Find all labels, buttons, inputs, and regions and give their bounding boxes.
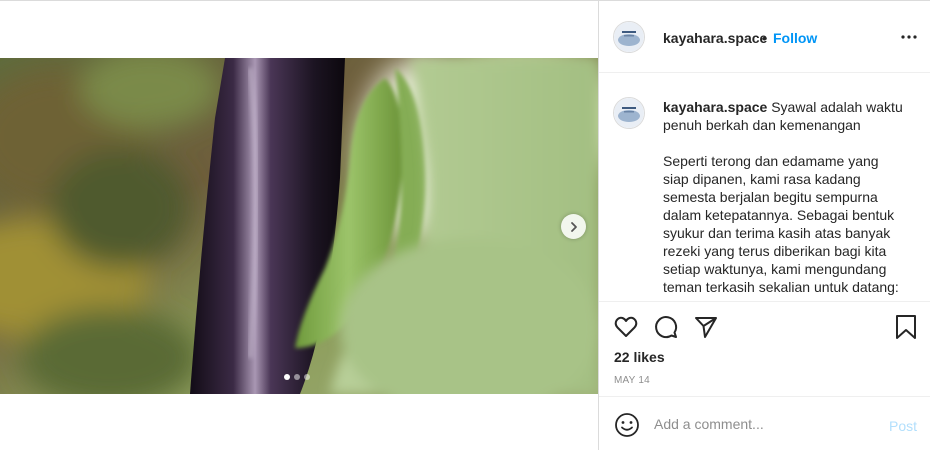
caption-avatar[interactable] <box>613 97 645 129</box>
post-comment-button[interactable]: Post <box>889 418 917 434</box>
post-photo[interactable] <box>0 58 598 394</box>
paper-plane-icon <box>695 317 717 338</box>
follow-button[interactable]: Follow <box>773 30 817 46</box>
instagram-post: kayahara.space • Follow kayahara.space S… <box>0 0 930 450</box>
emoji-icon <box>615 413 639 437</box>
share-button[interactable] <box>693 314 719 340</box>
comment-input[interactable] <box>654 413 874 435</box>
save-button[interactable] <box>893 314 919 340</box>
avatar[interactable] <box>613 21 645 53</box>
post-date[interactable]: MAY 14 <box>614 375 650 386</box>
like-button[interactable] <box>613 314 639 340</box>
caption-paragraph: Seperti terong dan edamame yang siap dip… <box>663 153 899 295</box>
caption-text: kayahara.space Syawal adalah waktu penuh… <box>663 98 905 296</box>
caption-first-line: kayahara.space Syawal adalah waktu penuh… <box>663 98 905 134</box>
emoji-button[interactable] <box>614 412 640 438</box>
caption-area: kayahara.space Syawal adalah waktu penuh… <box>599 73 930 301</box>
eggplant-edamame-image <box>0 58 598 394</box>
username-link[interactable]: kayahara.space <box>663 30 767 46</box>
more-options-button[interactable] <box>897 25 921 49</box>
post-sidebar: kayahara.space • Follow kayahara.space S… <box>598 0 930 450</box>
comment-bar: Post <box>599 396 930 451</box>
carousel-dot <box>294 374 300 380</box>
chevron-right-icon <box>570 221 577 232</box>
carousel-dot-active <box>284 374 290 380</box>
post-header: kayahara.space • Follow <box>599 1 930 73</box>
carousel-next-button[interactable] <box>561 214 586 239</box>
carousel-indicator <box>284 374 310 380</box>
comment-icon <box>655 316 678 339</box>
more-options-icon <box>901 35 917 39</box>
caption-username-link[interactable]: kayahara.space <box>663 99 767 115</box>
heart-icon <box>614 316 638 337</box>
likes-count[interactable]: 22 likes <box>614 349 665 365</box>
carousel-dot <box>304 374 310 380</box>
separator-dot: • <box>762 30 767 46</box>
profile-logo-icon <box>614 98 644 128</box>
comment-button[interactable] <box>653 314 679 340</box>
bookmark-icon <box>896 315 916 339</box>
media-area <box>0 0 598 450</box>
action-bar: 22 likes MAY 14 <box>599 301 930 396</box>
profile-logo-icon <box>614 22 644 52</box>
